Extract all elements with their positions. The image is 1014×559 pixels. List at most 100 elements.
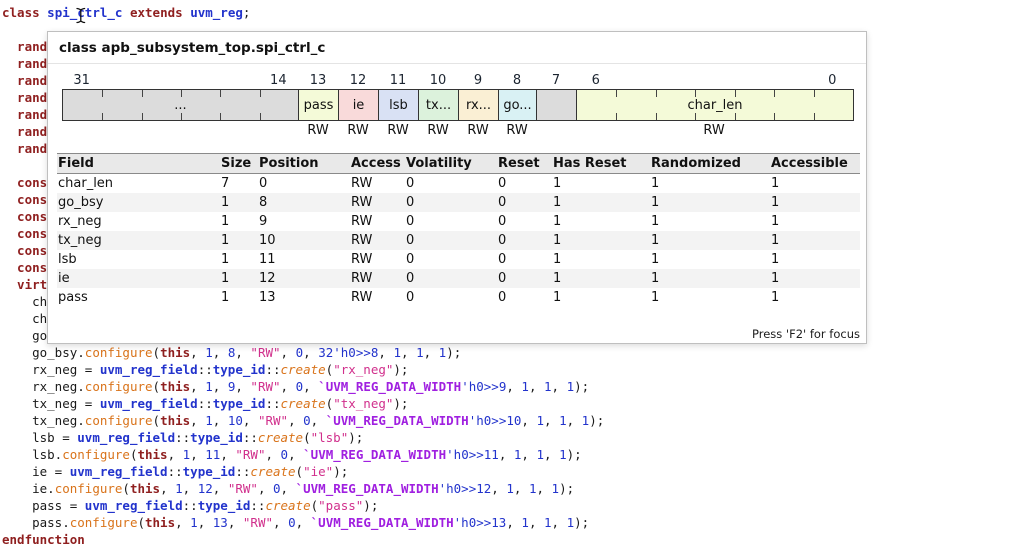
code-token: configure	[70, 515, 138, 530]
bitfield-cell-label: ie	[353, 98, 365, 113]
bitfield-cell-label: go...	[503, 98, 531, 113]
code-token: ,	[303, 345, 318, 360]
bit-number-slot: 12	[338, 69, 378, 89]
code-token: 1	[567, 379, 575, 394]
code-token: ::	[265, 396, 280, 411]
code-token: (	[137, 515, 145, 530]
table-cell: 0	[258, 174, 350, 193]
bit-tick	[735, 113, 736, 120]
code-token: 1	[559, 413, 567, 428]
bit-tick	[774, 90, 775, 97]
column-header: Position	[258, 154, 350, 174]
code-token: rx_neg =	[2, 362, 100, 377]
bit-tick	[656, 90, 657, 97]
bit-number-slot: 8	[498, 69, 536, 89]
code-token: 0	[296, 345, 304, 360]
code-token: 32'h0>>8	[318, 345, 378, 360]
code-line[interactable]: rx_neg.configure(this, 1, 9, "RW", 0, `U…	[2, 378, 1014, 395]
code-token: rand	[2, 56, 47, 71]
bit-number: 31	[73, 73, 90, 88]
bit-tick	[814, 113, 815, 120]
table-cell: 0	[497, 288, 552, 307]
code-token: ,	[499, 447, 514, 462]
code-token: type_id	[183, 464, 236, 479]
column-header: Reset	[497, 154, 552, 174]
code-token: extends	[130, 5, 183, 20]
code-token: ,	[175, 515, 190, 530]
code-token: );	[589, 413, 604, 428]
code-token: uvm_reg_field	[100, 396, 198, 411]
access-label: RW	[576, 122, 852, 139]
code-line[interactable]: ie.configure(this, 1, 12, "RW", 0, `UVM_…	[2, 480, 1014, 497]
code-token: "tx_neg"	[333, 396, 393, 411]
code-token: ::	[183, 498, 198, 513]
bitfield-cell-char_len: char_len	[577, 90, 853, 120]
table-cell: 0	[497, 212, 552, 231]
code-token: tx_neg =	[2, 396, 100, 411]
code-token: "RW"	[258, 413, 288, 428]
bit-number: 14	[270, 73, 287, 88]
bit-number-slot: 7	[536, 69, 576, 89]
code-line[interactable]: ie = uvm_reg_field::type_id::create("ie"…	[2, 463, 1014, 480]
code-token: 1	[521, 379, 529, 394]
table-cell: 1	[552, 288, 650, 307]
bit-tick	[616, 113, 617, 120]
column-header: Accessible	[770, 154, 860, 174]
code-token: 10	[228, 413, 243, 428]
code-token: "pass"	[318, 498, 363, 513]
bit-number: 13	[310, 73, 327, 88]
code-line[interactable]: pass.configure(this, 1, 13, "RW", 0, `UV…	[2, 514, 1014, 531]
bitfield-cell-lsb: lsb	[379, 90, 419, 120]
table-cell: 1	[770, 174, 860, 193]
code-line[interactable]: lsb.configure(this, 1, 11, "RW", 0, `UVM…	[2, 446, 1014, 463]
table-cell: 1	[650, 231, 770, 250]
code-token: );	[559, 481, 574, 496]
bit-number-slot: 11	[378, 69, 418, 89]
code-token: type_id	[190, 430, 243, 445]
code-token: ,	[220, 447, 235, 462]
column-header: Has Reset	[552, 154, 650, 174]
code-token: ,	[190, 345, 205, 360]
code-token: cons	[2, 260, 47, 275]
code-line[interactable]: class spi_ctrl_c extends uvm_reg;	[2, 4, 1014, 21]
bit-tick	[220, 113, 221, 120]
code-token: 1	[416, 345, 424, 360]
code-token: ,	[273, 515, 288, 530]
code-token: "RW"	[235, 447, 265, 462]
bit-number-slot: 60	[576, 69, 852, 89]
table-cell: 1	[220, 212, 258, 231]
code-token: ::	[168, 464, 183, 479]
code-line[interactable]: go_bsy.configure(this, 1, 8, "RW", 0, 32…	[2, 344, 1014, 361]
bit-tick	[102, 90, 103, 97]
code-token: rand	[2, 141, 47, 156]
code-token: ,	[190, 447, 205, 462]
bitfield-cell-label: tx...	[426, 98, 451, 113]
code-token: 'h0>>9	[461, 379, 506, 394]
code-token: ,	[281, 379, 296, 394]
access-label: RW	[298, 122, 338, 139]
code-token: (	[153, 379, 161, 394]
code-line[interactable]: endfunction	[2, 531, 1014, 548]
code-line[interactable]: tx_neg = uvm_reg_field::type_id::create(…	[2, 395, 1014, 412]
code-token: ,	[544, 413, 559, 428]
bit-number: 8	[513, 73, 521, 88]
code-line[interactable]: tx_neg.configure(this, 1, 10, "RW", 0, `…	[2, 412, 1014, 429]
code-token: 1	[205, 379, 213, 394]
bit-number: 0	[828, 73, 836, 88]
table-cell: RW	[350, 269, 405, 288]
code-line[interactable]: rx_neg = uvm_reg_field::type_id::create(…	[2, 361, 1014, 378]
table-cell: 0	[405, 212, 497, 231]
code-token: `UVM_REG_DATA_WIDTH	[311, 515, 454, 530]
bit-tick	[181, 90, 182, 97]
table-cell: 1	[770, 288, 860, 307]
hover-popup: class apb_subsystem_top.spi_ctrl_c 31141…	[47, 31, 867, 344]
code-token: ::	[250, 498, 265, 513]
table-cell: 7	[220, 174, 258, 193]
table-row: ie112RW00111	[57, 269, 860, 288]
table-row: lsb111RW00111	[57, 250, 860, 269]
code-line[interactable]: pass = uvm_reg_field::type_id::create("p…	[2, 497, 1014, 514]
code-token: type_id	[213, 396, 266, 411]
code-token: 1	[552, 481, 560, 496]
code-line[interactable]: lsb = uvm_reg_field::type_id::create("ls…	[2, 429, 1014, 446]
table-cell: 1	[220, 250, 258, 269]
